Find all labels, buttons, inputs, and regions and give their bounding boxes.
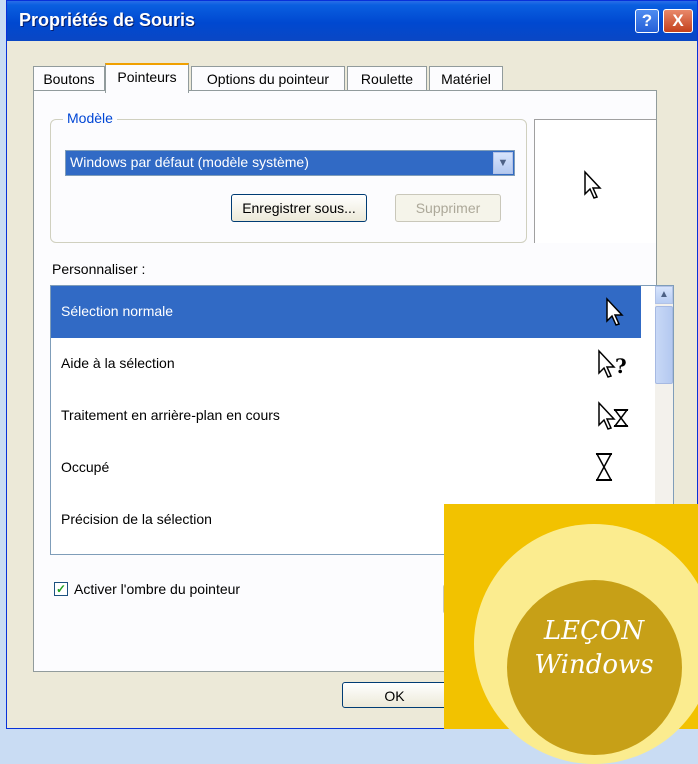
list-item[interactable]: Occupé [51,442,641,494]
arrow-cursor-icon [606,297,624,326]
badge-text: LEÇON Windows [514,614,674,682]
hourglass-icon [595,453,613,481]
window-title: Propriétés de Souris [19,10,196,30]
list-item-label: Précision de la sélection [61,511,212,527]
list-item-label: Occupé [61,459,110,475]
scroll-up-icon[interactable]: ▲ [655,286,673,304]
list-item[interactable]: Traitement en arrière-plan en cours [51,390,641,442]
ok-button[interactable]: OK [342,682,447,708]
title-bar[interactable]: Propriétés de Souris ? X [7,1,697,41]
tab-boutons[interactable]: Boutons [33,66,105,90]
scheme-group: Modèle Windows par défaut (modèle systèm… [50,110,527,243]
shadow-label: Activer l'ombre du pointeur [74,581,241,597]
lesson-badge: LEÇON Windows [444,504,698,764]
working-cursor-icon [598,401,629,430]
scheme-selected-value: Windows par défaut (modèle système) [70,154,309,170]
list-item-label: Sélection normale [61,303,174,319]
delete-button[interactable]: Supprimer [395,194,501,222]
help-cursor-icon: ? [598,349,627,378]
help-button[interactable]: ? [635,9,659,33]
scheme-label: Modèle [63,110,117,126]
scheme-select[interactable]: Windows par défaut (modèle système) ▼ [65,150,515,176]
shadow-checkbox[interactable]: ✓ [54,582,68,596]
close-button[interactable]: X [663,9,693,33]
tab-materiel[interactable]: Matériel [429,66,503,90]
list-item[interactable]: Aide à la sélection ? [51,338,641,390]
list-item-label: Traitement en arrière-plan en cours [61,407,280,423]
badge-line-2: Windows [534,650,654,680]
tab-options-du-pointeur[interactable]: Options du pointeur [191,66,345,90]
chevron-down-icon[interactable]: ▼ [493,152,513,174]
svg-text:?: ? [615,354,627,378]
list-item[interactable]: Sélection normale [51,286,641,338]
tab-roulette[interactable]: Roulette [347,66,427,90]
cursor-preview [534,119,656,243]
save-as-button[interactable]: Enregistrer sous... [231,194,367,222]
scrollbar-thumb[interactable] [655,306,673,384]
arrow-cursor-icon [584,170,602,199]
badge-line-1: LEÇON [543,616,645,646]
tab-pointeurs[interactable]: Pointeurs [105,63,189,93]
customize-label: Personnaliser : [52,261,146,277]
list-item-label: Aide à la sélection [61,355,175,371]
